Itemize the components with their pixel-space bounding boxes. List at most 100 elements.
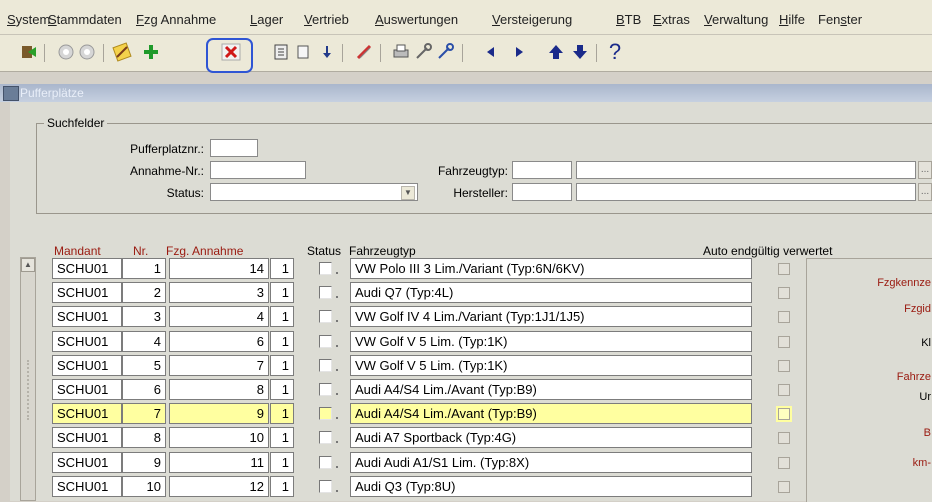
cell-annahme[interactable]: 7 [169, 355, 269, 376]
cell-fahrzeugtyp[interactable]: VW Golf V 5 Lim. (Typ:1K) [350, 355, 752, 376]
status-select[interactable]: ▼ [210, 183, 418, 201]
status-checkbox[interactable] [319, 359, 332, 372]
menu-item-btb[interactable]: BTB [616, 12, 641, 27]
cell-nr[interactable]: 10 [122, 476, 166, 497]
auto-verwertet-checkbox[interactable] [778, 336, 790, 348]
menu-item-verwaltung[interactable]: Verwaltung [704, 12, 768, 27]
forward-icon[interactable] [76, 41, 98, 63]
cell-nr[interactable]: 9 [122, 452, 166, 473]
cell-count[interactable]: 1 [270, 452, 294, 473]
cell-fahrzeugtyp[interactable]: Audi A4/S4 Lim./Avant (Typ:B9) [350, 379, 752, 400]
cell-fahrzeugtyp[interactable]: Audi Audi A1/S1 Lim. (Typ:8X) [350, 452, 752, 473]
cell-fahrzeugtyp[interactable]: VW Polo III 3 Lim./Variant (Typ:6N/6KV) [350, 258, 752, 279]
status-checkbox[interactable] [319, 335, 332, 348]
cell-annahme[interactable]: 12 [169, 476, 269, 497]
cell-count[interactable]: 1 [270, 427, 294, 448]
cell-mandant[interactable]: SCHU01 [52, 403, 122, 424]
annahme-input[interactable] [210, 161, 306, 179]
status-checkbox[interactable] [319, 310, 332, 323]
auto-verwertet-checkbox[interactable] [778, 384, 790, 396]
fahrzeugtyp-code-input[interactable] [512, 161, 572, 179]
menu-item-fenster[interactable]: Fenster [818, 12, 862, 27]
cell-mandant[interactable]: SCHU01 [52, 258, 122, 279]
back-icon[interactable] [55, 41, 77, 63]
status-checkbox[interactable] [319, 431, 332, 444]
cell-annahme[interactable]: 14 [169, 258, 269, 279]
cell-fahrzeugtyp[interactable]: VW Golf V 5 Lim. (Typ:1K) [350, 331, 752, 352]
cell-fahrzeugtyp[interactable]: VW Golf IV 4 Lim./Variant (Typ:1J1/1J5) [350, 306, 752, 327]
fahrzeugtyp-name-input[interactable] [576, 161, 916, 179]
insert-icon[interactable] [140, 41, 162, 63]
status-checkbox[interactable] [319, 456, 332, 469]
cell-nr[interactable]: 7 [122, 403, 166, 424]
pufferplatz-input[interactable] [210, 139, 258, 157]
menu-item-stammdaten[interactable]: Stammdaten [48, 12, 122, 27]
cell-fahrzeugtyp[interactable]: Audi Q7 (Typ:4L) [350, 282, 752, 303]
cell-annahme[interactable]: 6 [169, 331, 269, 352]
cell-nr[interactable]: 2 [122, 282, 166, 303]
cell-nr[interactable]: 6 [122, 379, 166, 400]
cell-annahme[interactable]: 8 [169, 379, 269, 400]
status-checkbox[interactable] [319, 480, 332, 493]
cell-count[interactable]: 1 [270, 403, 294, 424]
cell-count[interactable]: 1 [270, 476, 294, 497]
status-checkbox[interactable] [319, 383, 332, 396]
cell-annahme[interactable]: 11 [169, 452, 269, 473]
auto-verwertet-checkbox[interactable] [778, 287, 790, 299]
cell-count[interactable]: 1 [270, 258, 294, 279]
cell-nr[interactable]: 5 [122, 355, 166, 376]
scroll-thumb-grip[interactable] [27, 360, 31, 420]
cell-annahme[interactable]: 10 [169, 427, 269, 448]
next-icon[interactable] [508, 41, 530, 63]
auto-verwertet-checkbox[interactable] [778, 457, 790, 469]
cell-nr[interactable]: 3 [122, 306, 166, 327]
cell-count[interactable]: 1 [270, 282, 294, 303]
exit-icon[interactable] [18, 41, 40, 63]
hersteller-lookup-button[interactable]: ... [918, 183, 932, 201]
tools-icon[interactable] [412, 41, 434, 63]
cell-count[interactable]: 1 [270, 306, 294, 327]
save-icon[interactable] [316, 41, 338, 63]
cell-mandant[interactable]: SCHU01 [52, 427, 122, 448]
cell-count[interactable]: 1 [270, 379, 294, 400]
cell-annahme[interactable]: 9 [169, 403, 269, 424]
menu-item-fzg-annahme[interactable]: Fzg Annahme [136, 12, 216, 27]
cell-nr[interactable]: 1 [122, 258, 166, 279]
cell-mandant[interactable]: SCHU01 [52, 306, 122, 327]
cell-count[interactable]: 1 [270, 355, 294, 376]
fahrzeugtyp-lookup-button[interactable]: ... [918, 161, 932, 179]
help-icon[interactable]: ? [604, 41, 626, 63]
attach-icon[interactable] [353, 41, 375, 63]
cell-mandant[interactable]: SCHU01 [52, 452, 122, 473]
cell-mandant[interactable]: SCHU01 [52, 379, 122, 400]
cell-fahrzeugtyp[interactable]: Audi A7 Sportback (Typ:4G) [350, 427, 752, 448]
auto-verwertet-checkbox[interactable] [778, 311, 790, 323]
cell-mandant[interactable]: SCHU01 [52, 476, 122, 497]
auto-verwertet-checkbox[interactable] [778, 481, 790, 493]
cell-annahme[interactable]: 4 [169, 306, 269, 327]
menu-item-hilfe[interactable]: Hilfe [779, 12, 805, 27]
cell-annahme[interactable]: 3 [169, 282, 269, 303]
cell-mandant[interactable]: SCHU01 [52, 355, 122, 376]
menu-item-versteigerung[interactable]: Versteigerung [492, 12, 572, 27]
menu-item-vertrieb[interactable]: Vertrieb [304, 12, 349, 27]
clear-icon[interactable] [292, 41, 314, 63]
query-icon[interactable] [270, 41, 292, 63]
auto-verwertet-checkbox[interactable] [778, 263, 790, 275]
menu-item-lager[interactable]: Lager [250, 12, 283, 27]
cell-nr[interactable]: 8 [122, 427, 166, 448]
tools2-icon[interactable] [434, 41, 456, 63]
status-checkbox[interactable] [319, 407, 332, 420]
cell-fahrzeugtyp[interactable]: Audi Q3 (Typ:8U) [350, 476, 752, 497]
previous-icon[interactable] [480, 41, 502, 63]
hersteller-name-input[interactable] [576, 183, 916, 201]
menu-item-auswertungen[interactable]: Auswertungen [375, 12, 458, 27]
cell-nr[interactable]: 4 [122, 331, 166, 352]
cell-mandant[interactable]: SCHU01 [52, 331, 122, 352]
menu-item-system[interactable]: System [7, 12, 50, 27]
menu-item-extras[interactable]: Extras [653, 12, 690, 27]
status-checkbox[interactable] [319, 262, 332, 275]
edit-icon[interactable] [111, 41, 133, 63]
auto-verwertet-checkbox[interactable] [778, 432, 790, 444]
print-icon[interactable] [390, 41, 412, 63]
